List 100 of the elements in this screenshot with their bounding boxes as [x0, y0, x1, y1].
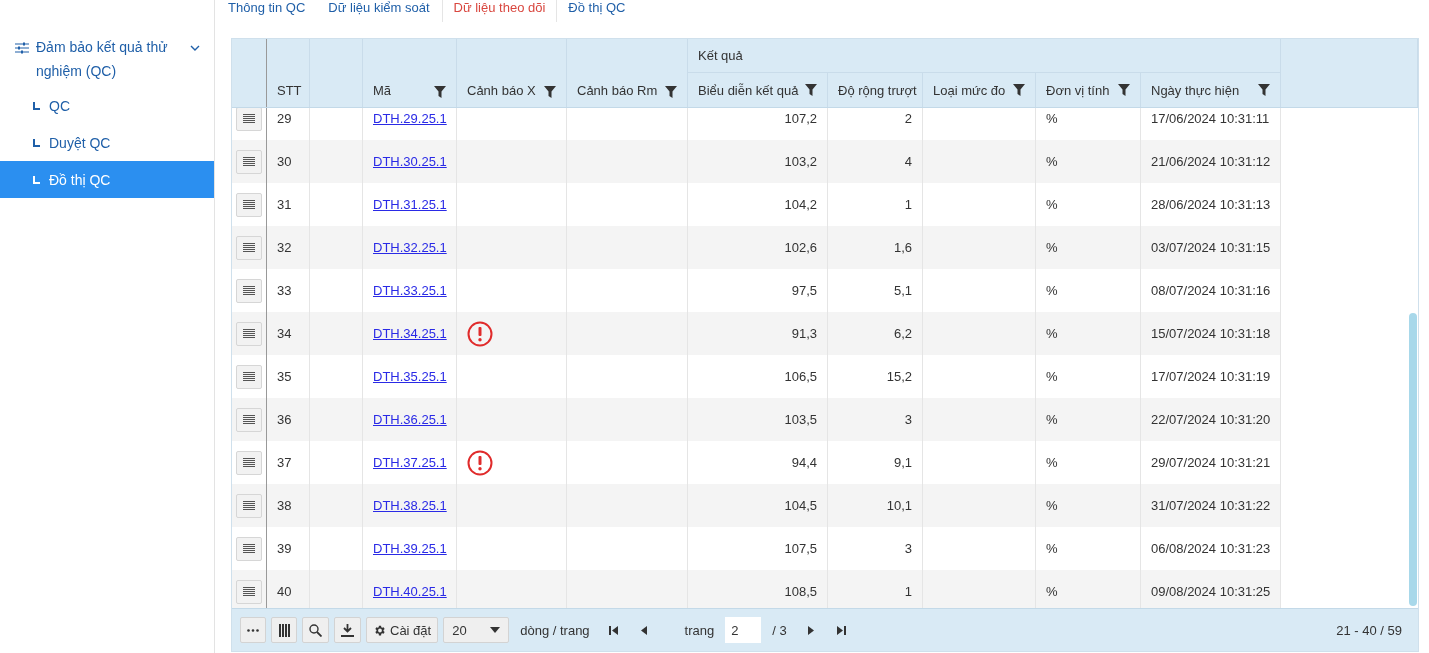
sidebar-item[interactable]: QC — [0, 87, 214, 124]
range-summary: 21 - 40 / 59 — [1336, 622, 1402, 638]
filter-icon[interactable] — [665, 86, 677, 98]
download-button[interactable] — [334, 617, 361, 643]
lines-icon — [243, 371, 255, 382]
previous-page-icon — [640, 625, 650, 635]
code-link[interactable]: DTH.34.25.1 — [373, 326, 447, 341]
row-menu-button[interactable] — [236, 407, 262, 432]
table-cell: 15/07/2024 10:31:18 — [1141, 312, 1281, 355]
scrollbar-thumb[interactable] — [1409, 313, 1417, 606]
table-cell: 91,3 — [688, 312, 828, 355]
row-menu-button[interactable] — [236, 192, 262, 217]
sidebar-item[interactable]: Duyệt QC — [0, 124, 214, 161]
first-page-icon — [609, 625, 619, 635]
tab[interactable]: Dữ liệu theo dõi — [441, 0, 558, 22]
column-header[interactable]: STT — [267, 39, 310, 107]
tab[interactable]: Thông tin QC — [217, 0, 318, 22]
table-cell: 10,1 — [828, 484, 923, 527]
lines-icon — [243, 113, 255, 124]
column-group-header: Kết quả — [688, 39, 1281, 73]
filter-icon[interactable] — [1258, 84, 1270, 96]
column-header[interactable]: Mã — [363, 39, 457, 107]
table-cell: % — [1036, 226, 1141, 269]
code-link[interactable]: DTH.29.25.1 — [373, 111, 447, 126]
table-cell: 31/07/2024 10:31:22 — [1141, 484, 1281, 527]
table-cell: 30 — [267, 140, 310, 183]
tab[interactable]: Dữ liệu kiểm soát — [317, 0, 442, 22]
table-cell: 32 — [267, 226, 310, 269]
chevron-icon — [190, 43, 200, 53]
filter-icon[interactable] — [805, 84, 817, 96]
column-header[interactable]: Loại mức đo — [923, 73, 1036, 107]
lines-icon — [243, 457, 255, 468]
filter-icon[interactable] — [434, 86, 446, 98]
table-cell: % — [1036, 398, 1141, 441]
table-cell: 21/06/2024 10:31:12 — [1141, 140, 1281, 183]
sidebar-group[interactable]: Đảm bảo kết quả thử nghiệm (QC) — [0, 35, 214, 83]
filter-icon[interactable] — [544, 86, 556, 98]
row-menu-button[interactable] — [236, 450, 262, 475]
code-link[interactable]: DTH.39.25.1 — [373, 541, 447, 556]
settings-button[interactable]: Cài đặt — [366, 617, 439, 643]
code-link[interactable]: DTH.35.25.1 — [373, 369, 447, 384]
row-menu-button[interactable] — [236, 321, 262, 346]
lines-icon — [243, 156, 255, 167]
lines-icon — [243, 500, 255, 511]
code-link[interactable]: DTH.33.25.1 — [373, 283, 447, 298]
code-link[interactable]: DTH.37.25.1 — [373, 455, 447, 470]
lines-icon — [243, 543, 255, 554]
columns-button[interactable] — [271, 617, 297, 643]
table-cell: 1,6 — [828, 226, 923, 269]
caret-icon — [490, 627, 501, 633]
code-link[interactable]: DTH.31.25.1 — [373, 197, 447, 212]
next-page-icon — [806, 625, 816, 635]
filter-icon[interactable] — [1118, 84, 1130, 96]
tab[interactable]: Đồ thị QC — [557, 0, 638, 22]
table-cell: 36 — [267, 398, 310, 441]
sliders-icon — [14, 41, 30, 55]
column-header[interactable]: Cảnh báo X — [457, 39, 567, 107]
table-cell: 03/07/2024 10:31:15 — [1141, 226, 1281, 269]
columns-icon — [278, 623, 290, 637]
row-menu-button[interactable] — [236, 108, 262, 131]
code-link[interactable]: DTH.40.25.1 — [373, 584, 447, 599]
lines-icon — [243, 586, 255, 597]
row-menu-button[interactable] — [236, 579, 262, 604]
lines-icon — [243, 285, 255, 296]
column-header[interactable]: Đơn vị tính — [1036, 73, 1141, 107]
page-input[interactable]: 2 — [725, 617, 762, 643]
code-link[interactable]: DTH.36.25.1 — [373, 412, 447, 427]
table-cell: 4 — [828, 140, 923, 183]
lines-icon — [243, 328, 255, 339]
last-page-icon — [837, 625, 847, 635]
row-menu-button[interactable] — [236, 278, 262, 303]
row-menu-button[interactable] — [236, 493, 262, 518]
table-cell: 102,6 — [688, 226, 828, 269]
row-menu-button[interactable] — [236, 536, 262, 561]
search-icon — [309, 623, 322, 637]
column-header[interactable]: Biểu diễn kết quả — [688, 73, 828, 107]
code-link[interactable]: DTH.30.25.1 — [373, 154, 447, 169]
row-menu-button[interactable] — [236, 364, 262, 389]
search-button[interactable] — [302, 617, 329, 643]
row-menu-button[interactable] — [236, 235, 262, 260]
table-cell: 22/07/2024 10:31:20 — [1141, 398, 1281, 441]
table-cell: % — [1036, 312, 1141, 355]
table-cell: 34 — [267, 312, 310, 355]
filter-icon[interactable] — [1013, 84, 1025, 96]
table-cell: 103,5 — [688, 398, 828, 441]
lines-icon — [243, 414, 255, 425]
row-menu-button[interactable] — [236, 149, 262, 174]
page-size-label: dòng / trang — [520, 622, 590, 638]
table-cell: 103,2 — [688, 140, 828, 183]
column-header[interactable]: Cảnh báo Rm — [567, 39, 688, 107]
code-link[interactable]: DTH.38.25.1 — [373, 498, 447, 513]
lines-icon — [243, 199, 255, 210]
table-cell: 104,5 — [688, 484, 828, 527]
more-button[interactable] — [240, 617, 266, 643]
column-header[interactable]: Ngày thực hiện — [1141, 73, 1281, 107]
lines-icon — [243, 242, 255, 253]
download-icon — [341, 623, 354, 637]
page-size-select[interactable]: 20 — [443, 617, 510, 643]
code-link[interactable]: DTH.32.25.1 — [373, 240, 447, 255]
column-header[interactable]: Độ rộng trượt — [828, 73, 923, 107]
